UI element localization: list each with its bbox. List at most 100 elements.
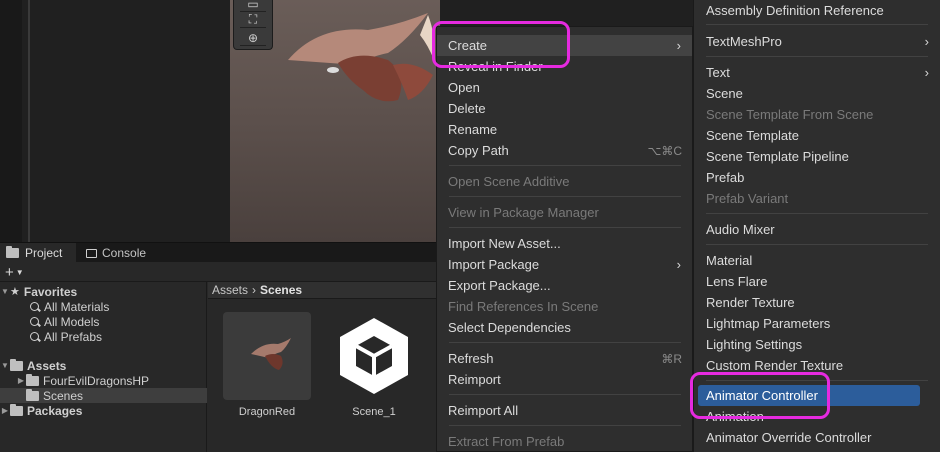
- menu-item-reimport-all[interactable]: Reimport All: [437, 400, 692, 421]
- menu-item-lighting-settings[interactable]: Lighting Settings: [694, 334, 940, 355]
- menu-item-open-scene-additive: Open Scene Additive: [437, 171, 692, 192]
- menu-item-text[interactable]: Text ›: [694, 62, 940, 83]
- menu-item-label: Scene Template From Scene: [706, 107, 874, 122]
- expand-arrow-icon[interactable]: ▶: [16, 376, 26, 385]
- menu-item-label: Scene Template: [706, 128, 799, 143]
- asset-tile-dragonred[interactable]: DragonRed: [223, 312, 311, 418]
- project-tree: ▼ ★ Favorites All Materials All Models A…: [0, 282, 207, 452]
- tree-item-label: FourEvilDragonsHP: [43, 373, 150, 388]
- tree-item-label: All Materials: [44, 299, 110, 314]
- tab-project[interactable]: Project: [0, 243, 76, 263]
- tree-item-assets[interactable]: ▼ Assets: [0, 358, 207, 373]
- menu-item-label: Open Scene Additive: [448, 174, 570, 189]
- menu-item-prefab[interactable]: Prefab: [694, 167, 940, 188]
- menu-separator: [449, 394, 681, 395]
- folder-icon: [26, 373, 39, 386]
- menu-separator: [449, 196, 681, 197]
- tree-item-scenes[interactable]: Scenes: [0, 388, 207, 403]
- asset-thumbnail: [223, 312, 311, 400]
- menu-item-audio-mixer[interactable]: Audio Mixer: [694, 219, 940, 240]
- breadcrumb-scenes[interactable]: Scenes: [260, 283, 302, 297]
- menu-item-textmeshpro[interactable]: TextMeshPro ›: [694, 31, 940, 52]
- dragon-model[interactable]: [258, 5, 448, 115]
- search-icon: [30, 317, 39, 326]
- menu-item-label: Lighting Settings: [706, 337, 803, 352]
- tree-item-fourevildragonshp[interactable]: ▶ FourEvilDragonsHP: [0, 373, 207, 388]
- menu-item-label: Render Texture: [706, 295, 795, 310]
- breadcrumb: Assets › Scenes: [208, 282, 440, 299]
- highlight-animator-controller: [690, 372, 830, 419]
- asset-label: DragonRed: [238, 406, 296, 418]
- menu-item-label: View in Package Manager: [448, 205, 599, 220]
- menu-item-refresh[interactable]: Refresh ⌘R: [437, 348, 692, 369]
- menu-item-reimport[interactable]: Reimport: [437, 369, 692, 390]
- menu-item-select-dependencies[interactable]: Select Dependencies: [437, 317, 692, 338]
- menu-item-label: Lens Flare: [706, 274, 768, 289]
- star-icon: ★: [10, 286, 20, 298]
- menu-item-import-new-asset[interactable]: Import New Asset...: [437, 233, 692, 254]
- highlight-create: [432, 21, 570, 68]
- tree-item-favorites[interactable]: ▼ ★ Favorites: [0, 284, 207, 299]
- menu-item-import-package[interactable]: Import Package ›: [437, 254, 692, 275]
- asset-tile-scene-1[interactable]: Scene_1: [330, 312, 418, 418]
- chevron-right-icon: ›: [924, 65, 929, 80]
- menu-separator: [449, 342, 681, 343]
- asset-label: Scene_1: [352, 406, 396, 418]
- menu-separator: [449, 227, 681, 228]
- menu-item-label: Copy Path: [448, 143, 509, 158]
- tab-console-label: Console: [102, 246, 147, 260]
- menu-item-scene-template-pipeline[interactable]: Scene Template Pipeline: [694, 146, 940, 167]
- menu-item-render-texture[interactable]: Render Texture: [694, 292, 940, 313]
- dragon-body: [338, 55, 402, 102]
- asset-grid: Assets › Scenes DragonRed Scene_1: [208, 282, 440, 452]
- expand-arrow-icon[interactable]: ▼: [0, 287, 10, 296]
- menu-item-prefab-variant: Prefab Variant: [694, 188, 940, 209]
- menu-item-export-package[interactable]: Export Package...: [437, 275, 692, 296]
- folder-icon: [26, 388, 39, 401]
- menu-item-label: TextMeshPro: [706, 34, 782, 49]
- menu-item-rename[interactable]: Rename: [437, 119, 692, 140]
- menu-item-animator-override-controller[interactable]: Animator Override Controller: [694, 427, 940, 448]
- scene-divider: [28, 0, 30, 242]
- panel-tabbar: Project Console: [0, 242, 440, 263]
- menu-item-label: Find References In Scene: [448, 299, 599, 314]
- menu-separator: [706, 56, 928, 57]
- add-asset-button[interactable]: + ▼: [5, 263, 24, 281]
- menu-item-label: Select Dependencies: [448, 320, 571, 335]
- project-toolbar: + ▼: [0, 262, 440, 282]
- menu-item-open[interactable]: Open: [437, 77, 692, 98]
- menu-item-label: Prefab: [706, 170, 745, 185]
- tree-item-label: All Models: [44, 314, 100, 329]
- menu-item-label: Prefab Variant: [706, 191, 789, 206]
- folder-icon: [10, 358, 23, 371]
- menu-item-label: Import New Asset...: [448, 236, 561, 251]
- menu-item-copy-path[interactable]: Copy Path ⌥⌘C: [437, 140, 692, 161]
- breadcrumb-assets[interactable]: Assets: [212, 283, 248, 297]
- tab-console[interactable]: Console: [80, 243, 160, 263]
- tree-item-all-models[interactable]: All Models: [0, 314, 207, 329]
- menu-item-assembly-definition-reference[interactable]: Assembly Definition Reference: [694, 0, 940, 21]
- menu-item-label: Scene: [706, 86, 743, 101]
- folder-icon: [6, 246, 19, 258]
- context-menu: Create › Reveal in Finder Open Delete Re…: [436, 26, 693, 452]
- menu-item-material[interactable]: Material: [694, 250, 940, 271]
- menu-item-scene[interactable]: Scene: [694, 83, 940, 104]
- menu-item-lightmap-parameters[interactable]: Lightmap Parameters: [694, 313, 940, 334]
- menu-item-label: Refresh: [448, 351, 494, 366]
- expand-arrow-icon[interactable]: ▶: [0, 406, 10, 415]
- shortcut-label: ⌘R: [661, 352, 682, 366]
- menu-item-delete[interactable]: Delete: [437, 98, 692, 119]
- plus-icon: +: [5, 263, 14, 281]
- tree-item-all-materials[interactable]: All Materials: [0, 299, 207, 314]
- tree-item-label: All Prefabs: [44, 329, 103, 344]
- tree-item-all-prefabs[interactable]: All Prefabs: [0, 329, 207, 344]
- menu-item-scene-template[interactable]: Scene Template: [694, 125, 940, 146]
- expand-arrow-icon[interactable]: ▼: [0, 361, 10, 370]
- chevron-down-icon: ▼: [15, 267, 24, 277]
- menu-item-lens-flare[interactable]: Lens Flare: [694, 271, 940, 292]
- tree-item-packages[interactable]: ▶ Packages: [0, 403, 207, 418]
- chevron-right-icon: ›: [676, 38, 681, 53]
- menu-item-label: Reimport All: [448, 403, 519, 418]
- menu-item-label: Export Package...: [448, 278, 551, 293]
- tree-item-label: Assets: [27, 358, 67, 373]
